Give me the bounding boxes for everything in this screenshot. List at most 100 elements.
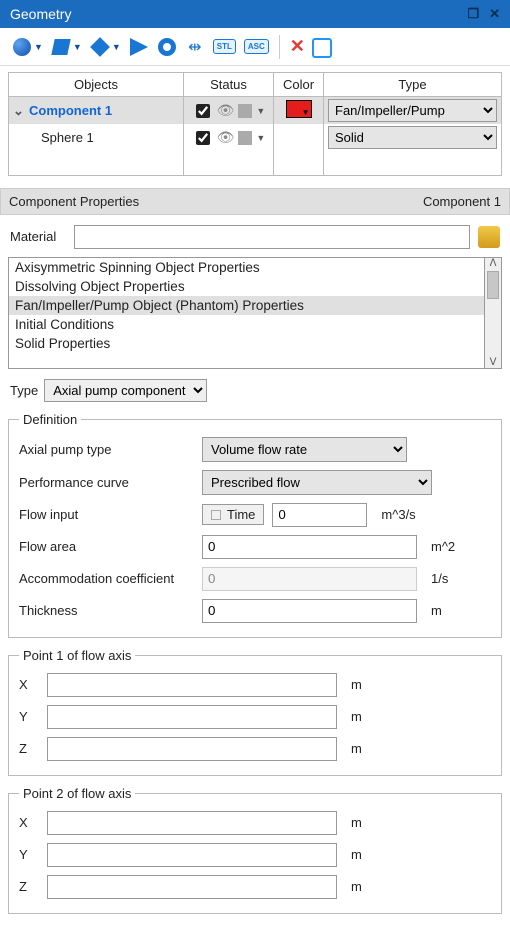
- point1-x-input[interactable]: [47, 673, 337, 697]
- point2-y-input[interactable]: [47, 843, 337, 867]
- col-status: Status: [184, 73, 274, 97]
- thickness-input[interactable]: [202, 599, 417, 623]
- y-unit: m: [351, 709, 391, 724]
- checkbox-icon: [211, 510, 221, 520]
- object-type-select[interactable]: Fan/Impeller/Pump: [328, 99, 497, 122]
- header-current: Component 1: [423, 194, 501, 209]
- header-label: Component Properties: [9, 194, 423, 209]
- material-input[interactable]: [74, 225, 470, 249]
- object-name: Sphere 1: [41, 130, 94, 145]
- performance-curve-select[interactable]: Prescribed flow: [202, 470, 432, 495]
- y-unit: m: [351, 847, 391, 862]
- add-torus-button[interactable]: [155, 35, 179, 59]
- point2-x-input[interactable]: [47, 811, 337, 835]
- add-cone-button[interactable]: [127, 35, 151, 59]
- objects-table: Objects Status Color Type ⌄ Component 1 👁…: [8, 72, 502, 176]
- eye-icon[interactable]: 👁: [217, 129, 235, 146]
- import-stl-button[interactable]: STL: [211, 37, 238, 56]
- add-sphere-button[interactable]: ▼: [10, 35, 45, 59]
- list-item[interactable]: Fan/Impeller/Pump Object (Phantom) Prope…: [9, 296, 484, 315]
- type-select[interactable]: Axial pump component: [44, 379, 207, 402]
- add-prism-button[interactable]: ▼: [88, 35, 123, 59]
- visibility-checkbox[interactable]: [196, 104, 210, 118]
- chevron-down-icon[interactable]: ▼: [256, 106, 265, 116]
- box-icon: [51, 39, 70, 55]
- point1-y-input[interactable]: [47, 705, 337, 729]
- z-unit: m: [351, 741, 391, 756]
- add-box-button[interactable]: ▼: [49, 35, 84, 59]
- flow-input-label: Flow input: [19, 507, 194, 522]
- time-toggle-button[interactable]: Time: [202, 504, 264, 525]
- chevron-down-icon: ▼: [34, 42, 43, 52]
- object-name: Component 1: [29, 103, 112, 118]
- axial-pump-type-label: Axial pump type: [19, 442, 194, 457]
- material-browse-button[interactable]: [478, 226, 500, 248]
- point1-z-input[interactable]: [47, 737, 337, 761]
- chevron-down-icon: ▼: [73, 42, 82, 52]
- flow-area-input[interactable]: [202, 535, 417, 559]
- point2-legend: Point 2 of flow axis: [19, 786, 135, 801]
- object-type-select[interactable]: Solid: [328, 126, 497, 149]
- y-label: Y: [19, 847, 39, 862]
- material-row: Material: [0, 221, 510, 253]
- thickness-unit: m: [431, 603, 471, 618]
- definition-fieldset: Definition Axial pump type Volume flow r…: [8, 412, 502, 638]
- visibility-checkbox[interactable]: [196, 131, 210, 145]
- render-mode-icon[interactable]: [238, 104, 252, 118]
- y-label: Y: [19, 709, 39, 724]
- scroll-up-icon[interactable]: ᐱ: [485, 258, 501, 269]
- color-swatch[interactable]: [286, 100, 312, 118]
- render-mode-icon[interactable]: [238, 131, 252, 145]
- material-label: Material: [10, 229, 66, 244]
- eye-icon[interactable]: 👁: [217, 102, 235, 119]
- point2-z-input[interactable]: [47, 875, 337, 899]
- x-unit: m: [351, 677, 391, 692]
- col-type: Type: [324, 73, 502, 97]
- thickness-label: Thickness: [19, 603, 194, 618]
- copy-icon: [313, 39, 329, 55]
- list-item[interactable]: Dissolving Object Properties: [9, 277, 484, 296]
- mirror-button[interactable]: ⇹: [183, 35, 207, 59]
- scroll-down-icon[interactable]: ᐯ: [485, 357, 501, 368]
- point1-fieldset: Point 1 of flow axis Xm Ym Zm: [8, 648, 502, 776]
- accommodation-unit: 1/s: [431, 571, 471, 586]
- axial-pump-type-select[interactable]: Volume flow rate: [202, 437, 407, 462]
- delete-button[interactable]: ✕: [288, 34, 307, 59]
- toolbar-divider: [279, 35, 280, 59]
- title-bar: Geometry ❐ ✕: [0, 0, 510, 28]
- list-item[interactable]: Initial Conditions: [9, 315, 484, 334]
- col-objects: Objects: [9, 73, 184, 97]
- point2-fieldset: Point 2 of flow axis Xm Ym Zm: [8, 786, 502, 914]
- list-item[interactable]: Solid Properties: [9, 334, 484, 353]
- copy-button[interactable]: [311, 37, 331, 57]
- accommodation-label: Accommodation coefficient: [19, 571, 194, 586]
- component-properties-header: Component Properties Component 1: [0, 188, 510, 215]
- diamond-icon: [90, 37, 110, 57]
- type-label: Type: [10, 383, 38, 398]
- close-icon[interactable]: ✕: [489, 6, 500, 22]
- property-listbox[interactable]: Axisymmetric Spinning Object Properties …: [8, 257, 485, 369]
- table-row[interactable]: ⌄ Component 1 👁 ▼ Fan/Impeller/Pump: [9, 97, 502, 125]
- listbox-scrollbar[interactable]: ᐱ ᐯ: [485, 257, 502, 369]
- list-item[interactable]: Axisymmetric Spinning Object Properties: [9, 258, 484, 277]
- chevron-down-icon[interactable]: ▼: [256, 133, 265, 143]
- dock-icon[interactable]: ❐: [467, 6, 479, 22]
- accommodation-input: [202, 567, 417, 591]
- col-color: Color: [274, 73, 324, 97]
- expand-icon[interactable]: ⌄: [13, 103, 24, 119]
- x-label: X: [19, 677, 39, 692]
- x-icon: ✕: [290, 36, 305, 57]
- import-asc-button[interactable]: ASC: [242, 37, 271, 56]
- scrollbar-thumb[interactable]: [487, 271, 499, 299]
- point1-legend: Point 1 of flow axis: [19, 648, 135, 663]
- x-unit: m: [351, 815, 391, 830]
- flow-input-value[interactable]: [272, 503, 367, 527]
- z-unit: m: [351, 879, 391, 894]
- chevron-down-icon: ▼: [112, 42, 121, 52]
- torus-icon: [158, 38, 176, 56]
- type-row: Type Axial pump component: [0, 373, 510, 408]
- table-row[interactable]: Sphere 1 👁 ▼ Solid: [9, 124, 502, 151]
- mirror-icon: ⇹: [185, 37, 205, 57]
- performance-curve-label: Performance curve: [19, 475, 194, 490]
- z-label: Z: [19, 879, 39, 894]
